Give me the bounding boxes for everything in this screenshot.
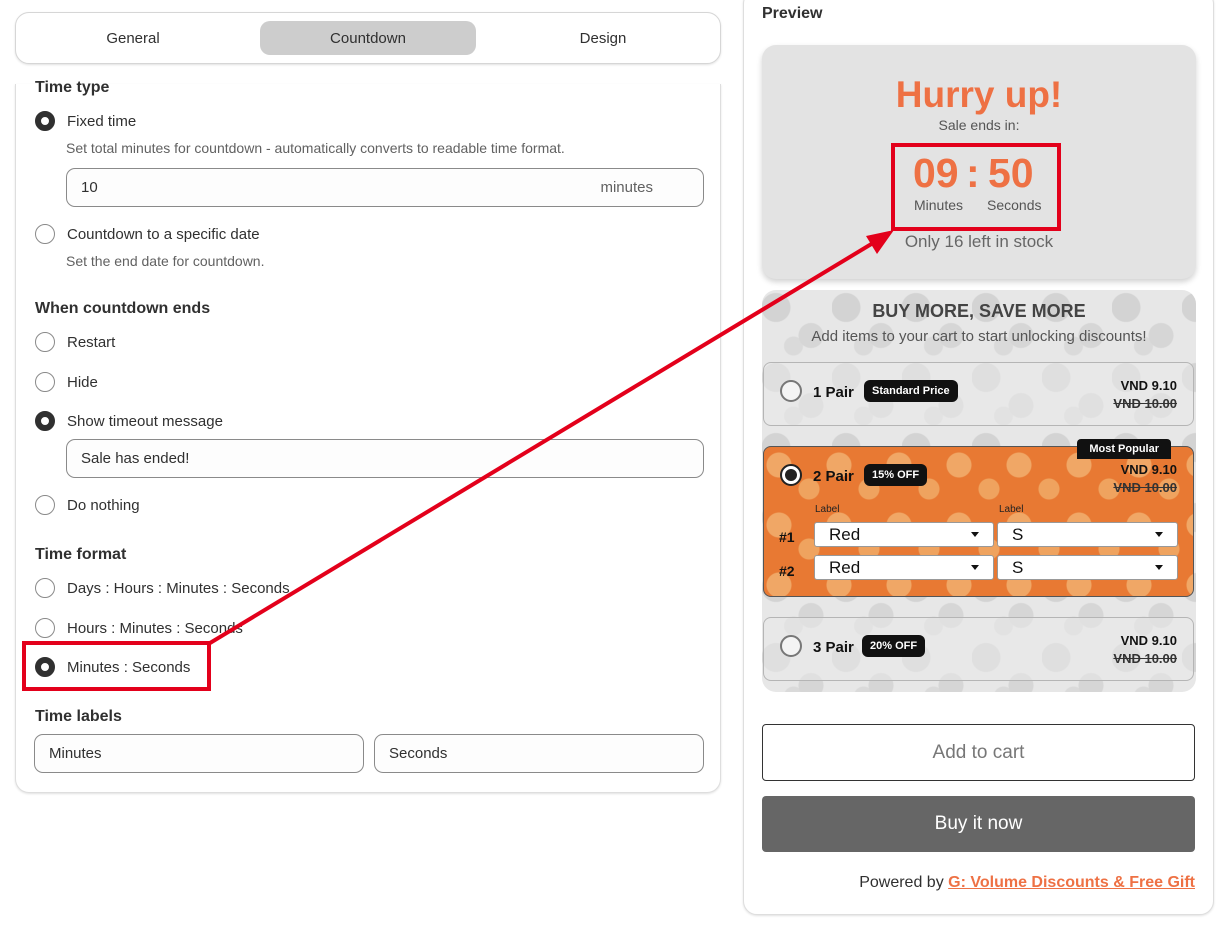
arrow-head-icon [866,230,894,254]
arrow-line [208,238,880,645]
annotation-arrow [208,230,894,645]
